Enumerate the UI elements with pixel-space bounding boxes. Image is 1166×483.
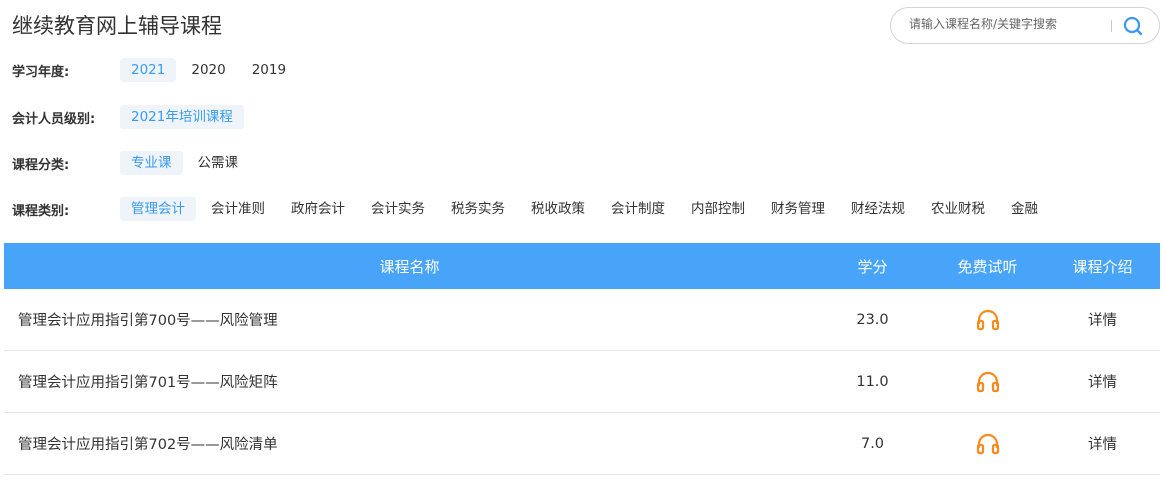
course-credit: 11.0 — [856, 373, 889, 390]
divider — [1111, 20, 1112, 32]
col-name: 课程名称 — [379, 257, 440, 276]
filter-option[interactable]: 管理会计 — [120, 197, 196, 221]
filter-row: 课程类别: 管理会计 会计准则 政府会计 会计实务 税务实务 税收政策 会计制度 内部控制 财务管… — [12, 197, 1053, 221]
filter-row: 课程分类: 专业课 公需课 — [12, 151, 253, 175]
filter-option[interactable]: 公需课 — [187, 151, 250, 175]
table-row: 管理会计应用指引第700号——风险管理 23.0 详情 — [4, 289, 1160, 351]
search-input[interactable] — [909, 17, 1099, 31]
filter-option[interactable]: 财经法规 — [840, 197, 916, 221]
filter-option[interactable]: 2021 — [120, 58, 177, 82]
course-table: 课程名称 学分 免费试听 课程介绍 管理会计应用指引第700号——风险管理 23… — [4, 243, 1160, 475]
filter-option[interactable]: 内部控制 — [680, 197, 756, 221]
filter-option[interactable]: 税务实务 — [440, 197, 516, 221]
filter-option[interactable]: 会计实务 — [360, 197, 436, 221]
filter-label: 会计人员级别: — [12, 111, 96, 127]
filter-label: 课程类别: — [12, 203, 70, 219]
col-credit: 学分 — [857, 257, 888, 276]
filter-option[interactable]: 农业财税 — [920, 197, 996, 221]
filter-row: 学习年度: 2021 2020 2019 — [12, 58, 301, 82]
table-row: 管理会计应用指引第702号——风险清单 7.0 详情 — [4, 413, 1160, 475]
filter-option[interactable]: 2021年培训课程 — [120, 105, 244, 129]
table-row: 管理会计应用指引第701号——风险矩阵 11.0 详情 — [4, 351, 1160, 413]
filter-option[interactable]: 财务管理 — [760, 197, 836, 221]
headphones-icon[interactable] — [930, 371, 1045, 393]
page-title: 继续教育网上辅导课程 — [12, 14, 222, 38]
filter-label: 学习年度: — [12, 64, 70, 80]
course-credit: 7.0 — [860, 435, 885, 452]
course-name[interactable]: 管理会计应用指引第702号——风险清单 — [4, 433, 815, 454]
headphones-icon[interactable] — [930, 309, 1045, 331]
course-name[interactable]: 管理会计应用指引第700号——风险管理 — [4, 309, 815, 330]
detail-link[interactable]: 详情 — [1045, 433, 1160, 454]
col-free-trial: 免费试听 — [957, 257, 1018, 276]
detail-link[interactable]: 详情 — [1045, 309, 1160, 330]
detail-link[interactable]: 详情 — [1045, 371, 1160, 392]
filter-option[interactable]: 2020 — [180, 58, 236, 82]
search-icon[interactable] — [1122, 15, 1144, 37]
course-name[interactable]: 管理会计应用指引第701号——风险矩阵 — [4, 371, 815, 392]
course-credit: 23.0 — [856, 311, 889, 328]
filter-option[interactable]: 2019 — [241, 58, 297, 82]
filter-option[interactable]: 税收政策 — [520, 197, 596, 221]
table-header: 课程名称 学分 免费试听 课程介绍 — [4, 243, 1160, 289]
filter-label: 课程分类: — [12, 157, 70, 173]
filter-option[interactable]: 会计准则 — [200, 197, 276, 221]
filter-option[interactable]: 金融 — [1000, 197, 1049, 221]
headphones-icon[interactable] — [930, 433, 1045, 455]
filter-option[interactable]: 会计制度 — [600, 197, 676, 221]
filter-option[interactable]: 专业课 — [120, 151, 183, 175]
search-box — [890, 7, 1160, 44]
filter-row: 会计人员级别: 2021年培训课程 — [12, 105, 248, 129]
col-intro: 课程介绍 — [1072, 257, 1133, 276]
filter-option[interactable]: 政府会计 — [280, 197, 356, 221]
